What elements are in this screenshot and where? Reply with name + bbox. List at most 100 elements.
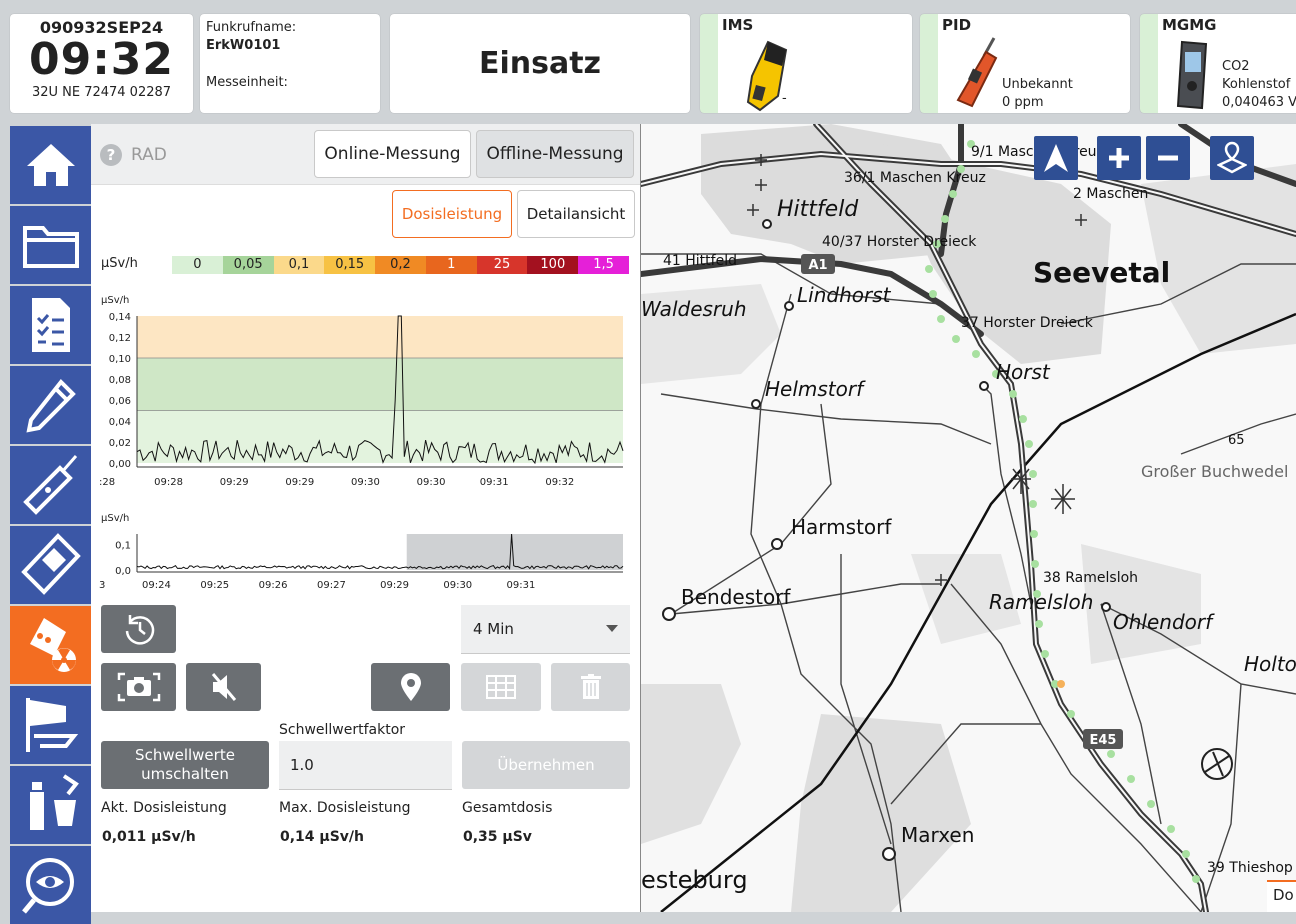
nav-home[interactable] (10, 126, 91, 204)
nav-checklist[interactable] (10, 286, 91, 364)
x-tick-label: 3 (99, 580, 105, 591)
tab-detail-view[interactable]: Detailansicht (517, 190, 635, 238)
device-tile-pid[interactable]: PID Unbekannt 0 ppm (920, 14, 1130, 113)
map-label-harmstorf: Harmstorf (791, 515, 892, 539)
online-measurement-button[interactable]: Online-Messung (314, 130, 471, 178)
offline-measurement-button[interactable]: Offline-Messung (476, 130, 634, 178)
y-tick-label: 0,1 (115, 540, 131, 551)
table-button[interactable] (461, 663, 541, 711)
x-tick-label: :28 (99, 477, 115, 488)
mute-button[interactable] (186, 663, 261, 711)
minus-icon (1158, 155, 1178, 161)
delete-button[interactable] (551, 663, 630, 711)
datetime-group-tile: 090932SEP24 09:32 32U NE 72474 02287 (10, 14, 193, 113)
map-label-hittfeld: Hittfeld (777, 197, 859, 222)
mgmg-line3: 0,040463 V (1222, 95, 1296, 110)
overview-chart: µSv/h 0,0 0,1 3 09:24 09:25 09:26 09:27 09:29 09:… (99, 513, 624, 591)
nav-sampling[interactable] (10, 766, 91, 844)
main-navigation (10, 124, 91, 924)
map-corner-tab[interactable]: Do (1267, 880, 1296, 912)
threshold-toggle-button[interactable]: Schwellwerte umschalten (101, 741, 269, 789)
apply-label: Übernehmen (497, 756, 595, 774)
probe-icon (25, 378, 76, 433)
pid-device-icon (22, 455, 77, 515)
tab-dose-rate[interactable]: Dosisleistung (392, 190, 512, 238)
scale-cell: 25 (476, 256, 528, 274)
x-tick-label: 09:26 (259, 580, 288, 591)
threshold-band (137, 316, 623, 358)
device-name: MGMG (1162, 16, 1217, 34)
threshold-band (137, 358, 623, 411)
nav-handheld[interactable] (10, 526, 91, 604)
device-type-label: RAD (131, 145, 167, 165)
y-tick-label: 0,02 (109, 438, 131, 449)
sampling-icon (29, 774, 79, 830)
help-icon[interactable]: ? (99, 143, 123, 167)
threshold-factor-value: 1.0 (290, 756, 314, 774)
home-icon (26, 144, 75, 186)
dose-rate-chart: µSv/h 0,00 0,02 0,04 0,06 0,08 0,10 0,12 0,14:28… (99, 295, 624, 488)
location-button[interactable] (371, 663, 450, 711)
device-tile-ims[interactable]: IMS - (700, 14, 912, 113)
total-dose-value: 0,35 µSv (463, 829, 532, 845)
north-arrow-button[interactable] (1034, 136, 1078, 180)
x-tick-label: 09:29 (285, 477, 314, 488)
map-label-esteburg: esteburg (641, 866, 748, 894)
screenshot-button[interactable] (101, 663, 176, 711)
pid-line1: Unbekannt (1002, 77, 1073, 92)
apply-button[interactable]: Übernehmen (462, 741, 630, 789)
mgmg-line1: CO2 (1222, 59, 1250, 74)
plus-icon (1109, 148, 1129, 168)
threshold-factor-input[interactable]: 1.0 (279, 741, 452, 790)
map-label-ramelsloh: Ramelsloh (989, 590, 1093, 614)
nav-observe[interactable] (10, 846, 91, 924)
current-dose-value: 0,011 µSv/h (102, 829, 196, 845)
map-label-exit-maschen-kreuz: 36/1 Maschen Kreuz (844, 170, 986, 186)
nav-radiation[interactable] (10, 606, 91, 684)
scale-cell: 0,15 (324, 256, 376, 274)
scale-cell: 0,05 (222, 256, 274, 274)
map-label-waldesruh: Waldesruh (641, 297, 747, 321)
x-tick-label: 09:30 (351, 477, 380, 488)
zoom-in-button[interactable] (1097, 136, 1141, 180)
layers-icon (1217, 141, 1247, 174)
history-icon (125, 615, 154, 645)
device-name: PID (942, 16, 972, 34)
y-tick-label: 0,08 (109, 375, 131, 386)
map-label-marxen: Marxen (901, 823, 974, 847)
reset-button[interactable] (101, 605, 176, 653)
map-canvas[interactable]: Seevetal Hittfeld Lindhorst Waldesruh He… (641, 124, 1296, 912)
map-label-seevetal: Seevetal (1033, 256, 1170, 289)
nav-wind[interactable] (10, 686, 91, 764)
scale-cell: 1,5 (578, 256, 629, 274)
timespan-select[interactable]: 4 Min (461, 605, 630, 654)
radiation-panel: ? RAD Online-Messung Offline-Messung Dos… (91, 124, 640, 912)
map-label-exit-horster: 40/37 Horster Dreieck (822, 234, 977, 250)
mute-icon (211, 673, 236, 701)
device-tile-mgmg[interactable]: MGMG CO2 Kohlenstof 0,040463 V (1140, 14, 1296, 113)
timespan-value: 4 Min (473, 620, 514, 638)
nav-pid[interactable] (10, 446, 91, 524)
radio-callsign-tile[interactable]: Funkrufname: ErkW0101 Messeinheit: (200, 14, 380, 113)
table-icon (486, 675, 516, 699)
x-tick-label: 09:30 (417, 477, 446, 488)
x-tick-label: 09:29 (220, 477, 249, 488)
y-tick-label: 0,10 (109, 354, 131, 365)
mode-tile[interactable]: Einsatz (390, 14, 690, 113)
total-dose-label: Gesamtdosis (462, 800, 553, 816)
nav-probe[interactable] (10, 366, 91, 444)
map-label-ohlendorf: Ohlendorf (1113, 610, 1215, 634)
threshold-toggle-label: Schwellwerte umschalten (135, 746, 235, 783)
chevron-down-icon (606, 625, 618, 632)
map-label-exit-thieshop: 39 Thieshop (1207, 860, 1293, 876)
current-dose-label: Akt. Dosisleistung (101, 800, 227, 816)
y-tick-label: 0,0 (115, 566, 131, 577)
y-tick-label: 0,04 (109, 417, 131, 428)
location-pin-icon (400, 673, 421, 701)
messeinheit-label: Messeinheit: (206, 75, 288, 90)
layers-button[interactable] (1210, 136, 1254, 180)
zoom-out-button[interactable] (1146, 136, 1190, 180)
radiation-device-icon (29, 618, 76, 672)
nav-files[interactable] (10, 206, 91, 284)
map-view[interactable]: Seevetal Hittfeld Lindhorst Waldesruh He… (641, 124, 1296, 912)
